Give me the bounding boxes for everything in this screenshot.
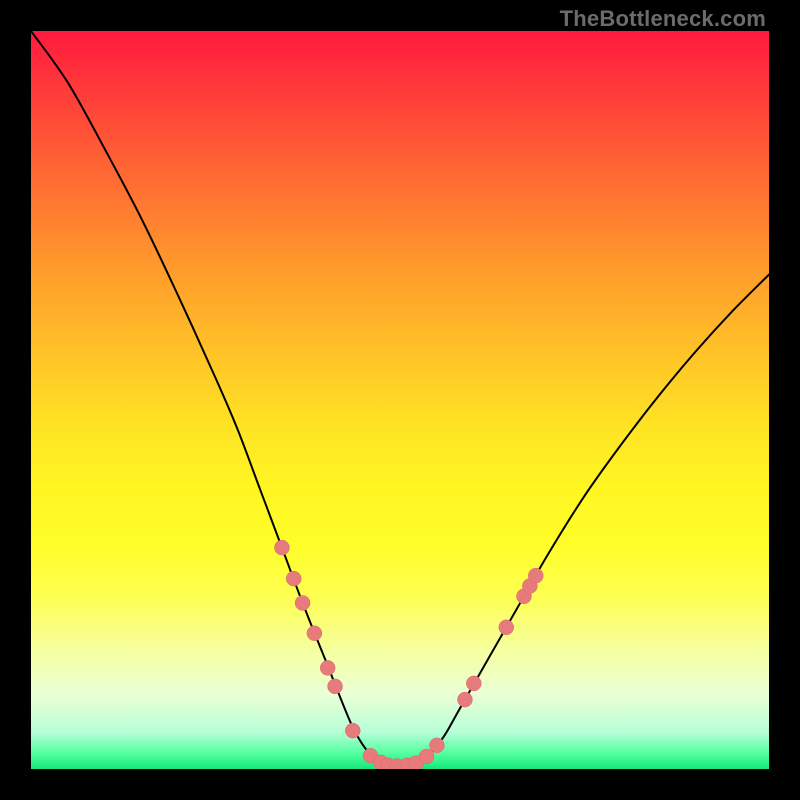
data-marker: [457, 692, 472, 707]
data-marker: [307, 626, 322, 641]
data-marker: [274, 540, 289, 555]
data-marker: [286, 571, 301, 586]
data-marker: [295, 595, 310, 610]
branding-watermark: TheBottleneck.com: [560, 6, 766, 32]
chart-svg: [31, 31, 769, 769]
bottleneck-curve: [31, 31, 769, 766]
chart-plot-area: [31, 31, 769, 769]
data-marker: [345, 723, 360, 738]
data-markers: [274, 540, 543, 769]
data-marker: [328, 679, 343, 694]
data-marker: [429, 738, 444, 753]
data-marker: [466, 676, 481, 691]
data-marker: [528, 568, 543, 583]
chart-frame: TheBottleneck.com: [0, 0, 800, 800]
data-marker: [499, 620, 514, 635]
data-marker: [320, 660, 335, 675]
